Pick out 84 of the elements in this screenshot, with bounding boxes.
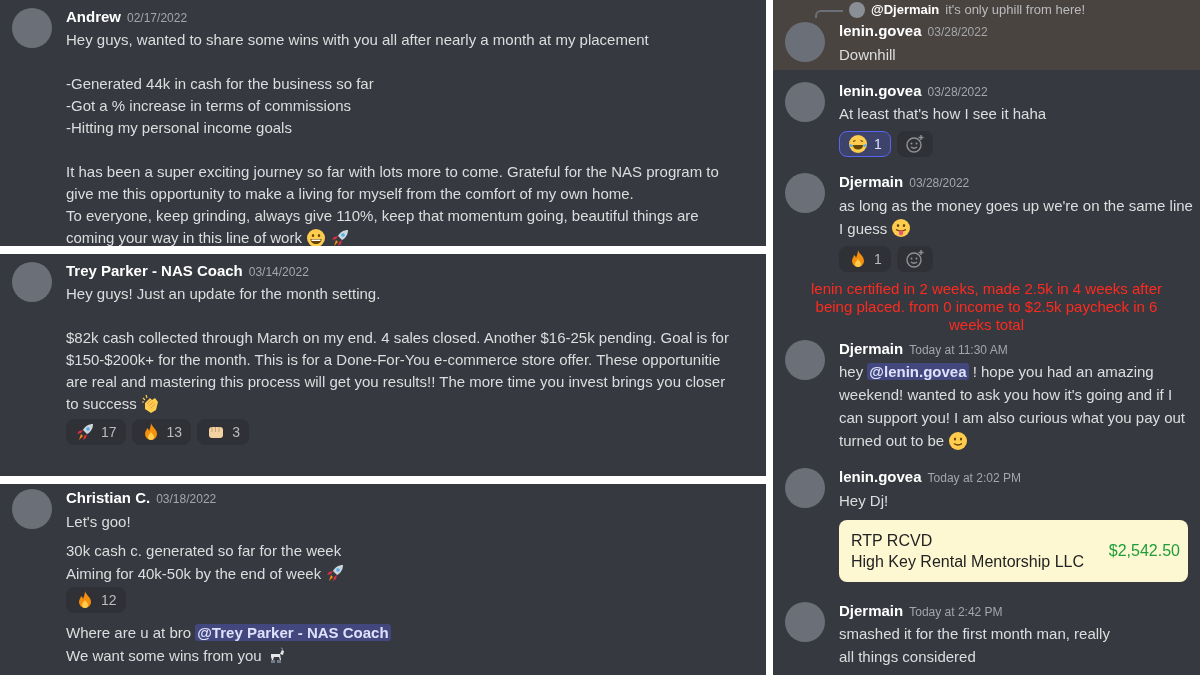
message-text: smashed it for the first month man, really: [839, 624, 1110, 644]
message-text: give me this opportunity to make a living for myself from the comfort of my own home.: [66, 183, 634, 204]
smiling-face-icon: [948, 430, 969, 451]
message-text: Hey guys! Just an update for the month setting.: [66, 283, 381, 304]
message-text: -Generated 44k in cash for the business so far: [66, 73, 374, 94]
message-text: weekend! wanted to ask you how it's going and if I: [839, 385, 1173, 405]
add-reaction-button[interactable]: [896, 131, 933, 157]
username[interactable]: Trey Parker - NAS Coach: [66, 262, 243, 279]
reaction-button[interactable]: 17: [66, 418, 126, 445]
timestamp: 03/28/2022: [927, 25, 988, 39]
message-text: to success: [66, 393, 137, 414]
message-text: are real and mastering this process will get you results!! The more time you invest brings you closer: [66, 371, 726, 392]
smiley-plus-icon: [904, 134, 925, 154]
reaction-button[interactable]: 3: [197, 418, 249, 445]
message-text: -Hitting my personal income goals: [66, 117, 292, 138]
message-text: turned out to be: [839, 431, 945, 451]
message-text: Aiming for 40k-50k by the end of week: [66, 563, 322, 584]
message-text: -Got a % increase in terms of commissions: [66, 95, 352, 116]
message-text: Hey guys, wanted to share some wins with you all after nearly a month at my placement: [66, 29, 649, 50]
rocket-icon: [75, 421, 95, 442]
avatar-photo-placeholder: [785, 601, 825, 642]
mention-link[interactable]: @Trey Parker - NAS Coach: [195, 623, 391, 641]
message-text: Downhill: [839, 44, 896, 65]
reaction-button[interactable]: 1: [839, 131, 891, 157]
username[interactable]: Christian C.: [66, 489, 151, 506]
reply-mention[interactable]: @Djermain: [871, 2, 940, 18]
reaction-button[interactable]: 1: [839, 245, 891, 272]
timestamp: 03/28/2022: [927, 84, 988, 99]
payment-amount: $2,542.50: [1108, 541, 1180, 561]
message-text: can support you! I am also curious what you pay out: [839, 408, 1186, 428]
username[interactable]: lenin.govea: [839, 22, 922, 39]
payment-text: High Key Rental Mentorship LLC: [851, 551, 1084, 572]
laughing-face-icon: [848, 134, 868, 154]
message-text: 30k cash c. generated so far for the week: [66, 540, 342, 561]
message-text: hey @lenin.govea ! hope you had an amazing: [839, 362, 1154, 382]
rocket-icon: [325, 563, 346, 583]
username[interactable]: lenin.govea: [839, 468, 922, 485]
avatar-photo-placeholder: [785, 468, 825, 508]
username[interactable]: lenin.govea: [839, 81, 922, 99]
message-text: $150-$200k+ for the month. This is for a Done-For-You e-commerce store offer. These opportunitie: [66, 349, 721, 370]
message-text: It has been a super exciting journey so far with lots more to come. Grateful for the NAS program to: [66, 161, 719, 182]
reaction-button[interactable]: 12: [66, 586, 126, 613]
add-reaction-button[interactable]: [896, 245, 933, 272]
avatar-photo-placeholder: [785, 339, 825, 380]
username[interactable]: Djermain: [839, 173, 904, 190]
message-text: At least that's how I see it haha: [839, 104, 1047, 124]
timestamp: 03/18/2022: [156, 492, 217, 506]
username[interactable]: Djermain: [839, 601, 904, 619]
message-text: Where are u at bro @Trey Parker - NAS Coach: [66, 622, 391, 643]
clapping-hands-icon: [140, 393, 161, 414]
avatar-photo-placeholder: [12, 262, 52, 302]
reply-preview-text: it's only uphill from here!: [945, 2, 1086, 18]
message-text: all things considered: [839, 647, 976, 667]
avatar-photo-placeholder: [12, 489, 52, 529]
message-text: I guess: [839, 218, 888, 239]
mention-link[interactable]: @lenin.govea: [867, 363, 969, 380]
message-text: as long as the money goes up we're on the same line: [839, 195, 1193, 216]
timestamp: 02/17/2022: [127, 11, 188, 25]
reply-connector-line: [815, 10, 843, 18]
message-text: To everyone, keep grinding, always give 110%, keep that momentum going, beautiful things are: [66, 205, 699, 226]
avatar-photo-placeholder: [12, 8, 52, 48]
avatar-photo-placeholder: [785, 22, 825, 62]
avatar-photo-placeholder: [785, 173, 825, 213]
timestamp: 03/14/2022: [248, 265, 309, 279]
grinning-face-icon: [305, 227, 326, 246]
username[interactable]: Andrew: [66, 8, 121, 25]
username[interactable]: Djermain: [839, 339, 904, 357]
message-text: coming your way in this line of work: [66, 227, 302, 246]
reaction-button[interactable]: 13: [131, 418, 192, 445]
avatar-photo-placeholder: [785, 81, 825, 122]
timestamp: Today at 2:02 PM: [927, 471, 1021, 485]
timestamp: Today at 11:30 AM: [909, 342, 1008, 357]
message-text: Hey Dj!: [839, 490, 889, 511]
rocket-icon: [329, 227, 350, 246]
message-text: We want some wins from you: [66, 645, 262, 666]
message-text: $82k cash collected through March on my end. 4 sales closed. Another $16-25k pending. Goal is for: [66, 327, 729, 348]
annotation-text: lenin certified in 2 weeks, made 2.5k in 4 weeks after being placed. from 0 income to $2.5k paycheck in 6 weeks total: [810, 278, 1163, 334]
message-text: Let's goo!: [66, 511, 131, 532]
avatar-photo-placeholder: [849, 2, 865, 18]
timestamp: 03/28/2022: [909, 176, 970, 190]
smiley-plus-icon: [904, 248, 925, 269]
tongue-face-icon: [891, 218, 912, 238]
timestamp: Today at 2:42 PM: [909, 604, 1003, 619]
payment-text: RTP RCVD: [851, 530, 934, 551]
